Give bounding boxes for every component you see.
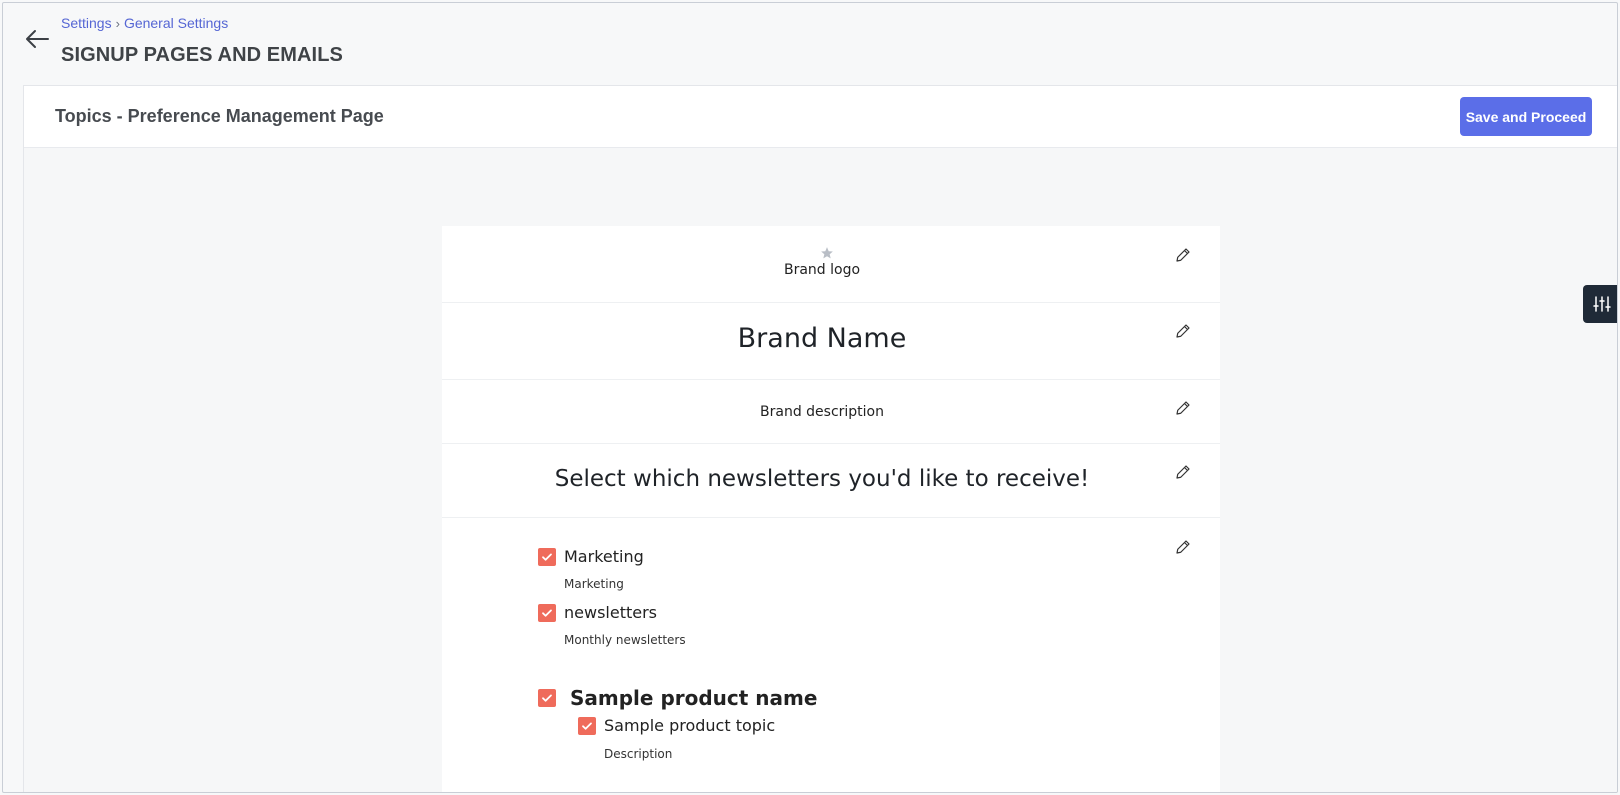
star-icon [821, 247, 833, 259]
topic-item[interactable]: Marketing [538, 547, 644, 566]
pencil-icon[interactable] [1174, 322, 1192, 340]
topic-description: Monthly newsletters [564, 633, 686, 647]
brand-logo-block[interactable]: Brand logo [442, 226, 1220, 303]
preference-page-preview: Brand logo Brand Name Brand description [442, 226, 1220, 792]
editor-panel: Topics - Preference Management Page Save… [23, 85, 1617, 792]
page-header: Settings › General Settings SIGNUP PAGES… [3, 3, 1617, 87]
brand-name: Brand Name [737, 323, 907, 354]
checkmark-icon [542, 609, 552, 617]
product-topic-item[interactable]: Sample product topic [578, 716, 775, 735]
product-topic-checkbox[interactable] [578, 716, 596, 735]
breadcrumb: Settings › General Settings [61, 15, 228, 31]
pencil-icon[interactable] [1174, 463, 1192, 481]
topic-label: newsletters [564, 603, 657, 622]
topic-description: Marketing [564, 577, 624, 591]
breadcrumb-settings[interactable]: Settings [61, 15, 112, 31]
save-and-proceed-button[interactable]: Save and Proceed [1460, 97, 1592, 136]
product-checkbox[interactable] [538, 689, 556, 707]
breadcrumb-general-settings[interactable]: General Settings [124, 15, 228, 31]
checkmark-icon [582, 722, 592, 730]
topics-block: Marketing Marketing newsletters Monthly … [442, 518, 1220, 792]
select-newsletters-heading: Select which newsletters you'd like to r… [554, 466, 1090, 492]
pencil-icon[interactable] [1174, 538, 1192, 556]
topic-item[interactable]: newsletters [538, 603, 657, 622]
topic-label: Marketing [564, 547, 644, 566]
pencil-icon[interactable] [1174, 246, 1192, 264]
checkmark-icon [542, 694, 552, 702]
breadcrumb-separator: › [115, 15, 120, 31]
brand-name-block[interactable]: Brand Name [442, 303, 1220, 380]
brand-logo-label: Brand logo [783, 262, 861, 278]
topic-checkbox[interactable] [538, 547, 556, 566]
pencil-icon[interactable] [1174, 399, 1192, 417]
brand-description: Brand description [760, 404, 884, 420]
app-frame: Settings › General Settings SIGNUP PAGES… [2, 2, 1618, 793]
checkmark-icon [542, 553, 552, 561]
topic-checkbox[interactable] [538, 603, 556, 622]
panel-header: Topics - Preference Management Page Save… [24, 86, 1617, 148]
product-item[interactable]: Sample product name [538, 686, 817, 710]
sliders-icon [1592, 296, 1611, 312]
product-topic-description: Description [604, 747, 673, 761]
brand-description-block[interactable]: Brand description [442, 380, 1220, 444]
product-topic-label: Sample product topic [604, 716, 776, 735]
arrow-left-icon [26, 30, 49, 48]
product-name: Sample product name [570, 686, 818, 710]
page-title: SIGNUP PAGES AND EMAILS [61, 44, 343, 66]
back-button[interactable] [21, 23, 53, 55]
panel-title: Topics - Preference Management Page [55, 106, 384, 126]
side-panel-toggle[interactable] [1583, 285, 1617, 323]
select-heading-block[interactable]: Select which newsletters you'd like to r… [442, 444, 1220, 518]
